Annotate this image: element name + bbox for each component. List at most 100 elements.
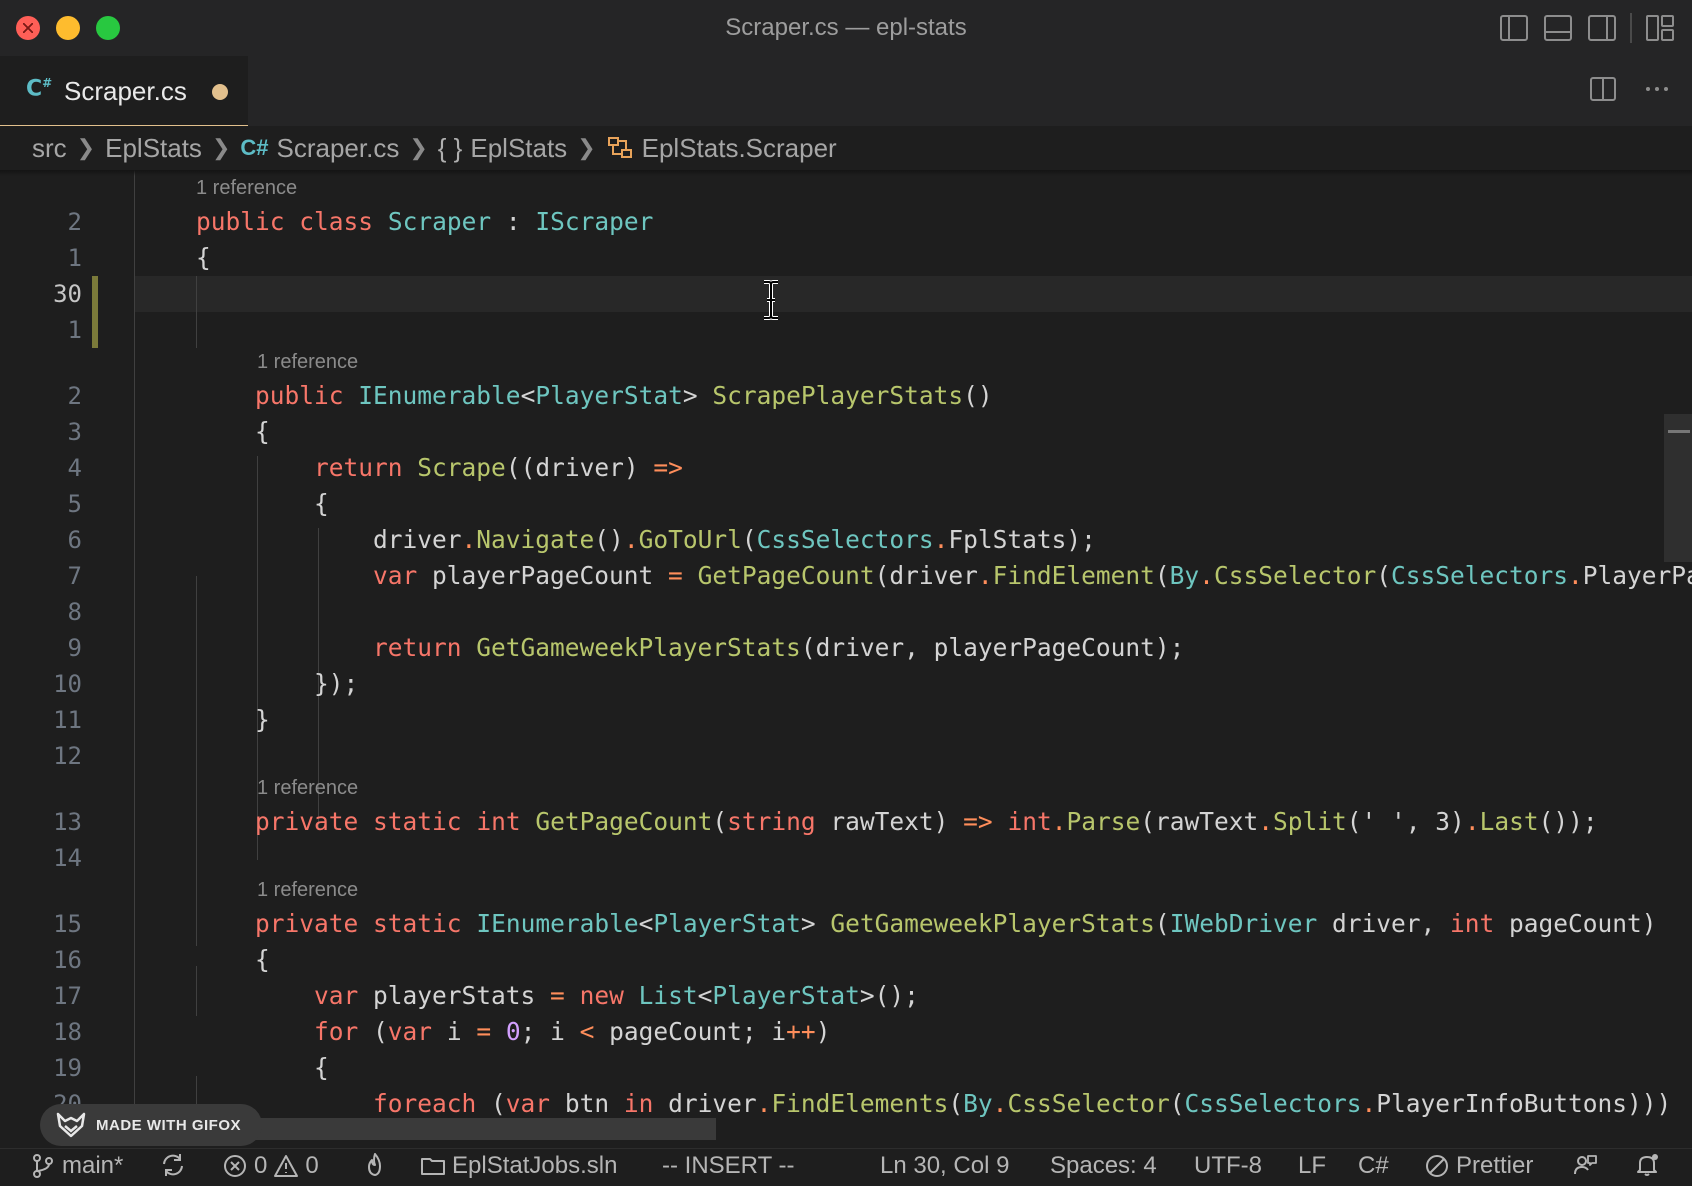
code-text: }); [196, 669, 359, 698]
chevron-right-icon: ❯ [577, 135, 596, 160]
editor-actions [1588, 74, 1672, 104]
code-line: 9 return GetGameweekPlayerStats(driver, … [0, 630, 1692, 666]
vertical-scrollbar[interactable] [1664, 414, 1692, 562]
line-number: 6 [67, 526, 82, 554]
code-text: public IEnumerable<PlayerStat> ScrapePla… [255, 381, 993, 410]
flame-status[interactable] [362, 1152, 388, 1178]
gifox-badge: MADE WITH GIFOX [40, 1104, 262, 1146]
person-feedback-icon [1574, 1155, 1597, 1175]
toggle-primary-sidebar-icon[interactable] [1498, 12, 1530, 44]
code-lens-row: 1 reference [0, 770, 1692, 806]
line-number: 15 [53, 910, 82, 938]
split-editor-icon[interactable] [1588, 74, 1618, 104]
more-actions-icon[interactable] [1642, 74, 1672, 104]
code-text: { [196, 945, 270, 974]
toggle-secondary-sidebar-icon[interactable] [1586, 12, 1618, 44]
title-bar: Scraper.cs — epl-stats [0, 0, 1692, 56]
language-mode-status[interactable]: C# [1358, 1152, 1389, 1180]
unsaved-changes-dot-icon[interactable] [212, 84, 228, 100]
code-lens-row: 1 reference [0, 872, 1692, 908]
line-number: 18 [53, 1018, 82, 1046]
code-line-active: 30 [0, 276, 1692, 312]
code-lens-references[interactable]: 1 reference [257, 770, 358, 806]
line-number: 5 [67, 490, 82, 518]
sync-status[interactable] [160, 1152, 186, 1178]
line-number: 2 [67, 208, 82, 236]
line-number: 2 [67, 382, 82, 410]
line-number: 12 [53, 742, 82, 770]
line-number: 13 [53, 808, 82, 836]
horizontal-scrollbar[interactable] [240, 1118, 716, 1140]
namespace-icon: { } [437, 132, 463, 163]
notifications-status[interactable] [1634, 1152, 1660, 1178]
chevron-right-icon: ❯ [76, 135, 96, 160]
code-text: for (var i = 0; i < pageCount; i++) [314, 1017, 831, 1046]
line-number: 4 [67, 454, 82, 482]
code-line: 12 [0, 738, 1692, 774]
warning-count: 0 [305, 1152, 319, 1179]
indentation-label: Spaces: 4 [1050, 1152, 1157, 1179]
code-line: 5 { [0, 486, 1692, 522]
code-text: return GetGameweekPlayerStats(driver, pl… [373, 633, 1185, 662]
csharp-file-icon: C# [240, 135, 269, 160]
gifox-logo-icon [56, 1112, 86, 1138]
breadcrumb-item-src[interactable]: src [32, 133, 67, 164]
code-text: public class Scraper : IScraper [196, 207, 654, 236]
code-text: foreach (var btn in driver.FindElements(… [373, 1089, 1672, 1118]
code-line: 14 [0, 840, 1692, 876]
flame-icon [368, 1153, 381, 1176]
formatter-status[interactable]: Prettier [1424, 1152, 1533, 1180]
code-lens-references[interactable]: 1 reference [257, 344, 358, 380]
customize-layout-icon[interactable] [1644, 12, 1676, 44]
cursor-position-status[interactable]: Ln 30, Col 9 [880, 1152, 1009, 1180]
line-number: 16 [53, 946, 82, 974]
code-line: 13 private static int GetPageCount(strin… [0, 804, 1692, 840]
code-line: 10 }); [0, 666, 1692, 702]
eol-status[interactable]: LF [1298, 1152, 1326, 1180]
toolbar-separator [1630, 13, 1632, 43]
problems-status[interactable]: 0 0 [222, 1152, 319, 1180]
code-line: 7 var playerPageCount = GetPageCount(dri… [0, 558, 1692, 594]
code-line: 1 [0, 312, 1692, 348]
code-text: { [196, 243, 211, 272]
breadcrumb-item-class[interactable]: EplStats.Scraper [642, 133, 837, 164]
prettier-disabled-icon [1426, 1155, 1448, 1177]
vim-mode-status: -- INSERT -- [662, 1152, 794, 1180]
code-line: 4 return Scrape((driver) => [0, 450, 1692, 486]
line-number: 8 [67, 598, 82, 626]
encoding-status[interactable]: UTF-8 [1194, 1152, 1262, 1180]
chevron-right-icon: ❯ [409, 135, 428, 160]
error-icon [224, 1155, 246, 1177]
line-number: 1 [67, 316, 82, 344]
code-text: { [196, 1053, 329, 1082]
breadcrumb-item-eplstats-folder[interactable]: EplStats [105, 133, 202, 164]
tab-scraper-cs[interactable]: C# Scraper.cs [0, 56, 248, 127]
folder-icon [421, 1158, 445, 1175]
toggle-panel-icon[interactable] [1542, 12, 1574, 44]
text-cursor-icon [764, 280, 778, 320]
editor-tab-bar: C# Scraper.cs [0, 56, 1692, 127]
code-lens-row: 1 reference [0, 344, 1692, 380]
breadcrumb-item-file[interactable]: Scraper.cs [277, 133, 400, 164]
indentation-status[interactable]: Spaces: 4 [1050, 1152, 1157, 1180]
code-line: 3 { [0, 414, 1692, 450]
line-number: 3 [67, 418, 82, 446]
solution-status[interactable]: EplStatJobs.sln [420, 1152, 617, 1180]
code-line: 19 { [0, 1050, 1692, 1086]
line-number: 17 [53, 982, 82, 1010]
cursor-position-label: Ln 30, Col 9 [880, 1152, 1010, 1179]
window-title: Scraper.cs — epl-stats [725, 14, 967, 41]
accounts-status[interactable] [1572, 1152, 1598, 1178]
code-editor[interactable]: 1 reference 2 public class Scraper : ISc… [0, 170, 1692, 1130]
vscode-window: Scraper.cs — epl-stats C# Scraper.cs src… [0, 0, 1692, 1186]
class-icon [607, 137, 632, 158]
code-text: var playerPageCount = GetPageCount(drive… [373, 561, 1692, 590]
git-branch-status[interactable]: main* [30, 1152, 123, 1180]
line-number: 10 [53, 670, 82, 698]
breadcrumb-item-namespace[interactable]: EplStats [470, 133, 567, 164]
eol-label: LF [1298, 1152, 1327, 1179]
formatter-label: Prettier [1456, 1152, 1534, 1179]
code-lens-references[interactable]: 1 reference [257, 872, 358, 908]
